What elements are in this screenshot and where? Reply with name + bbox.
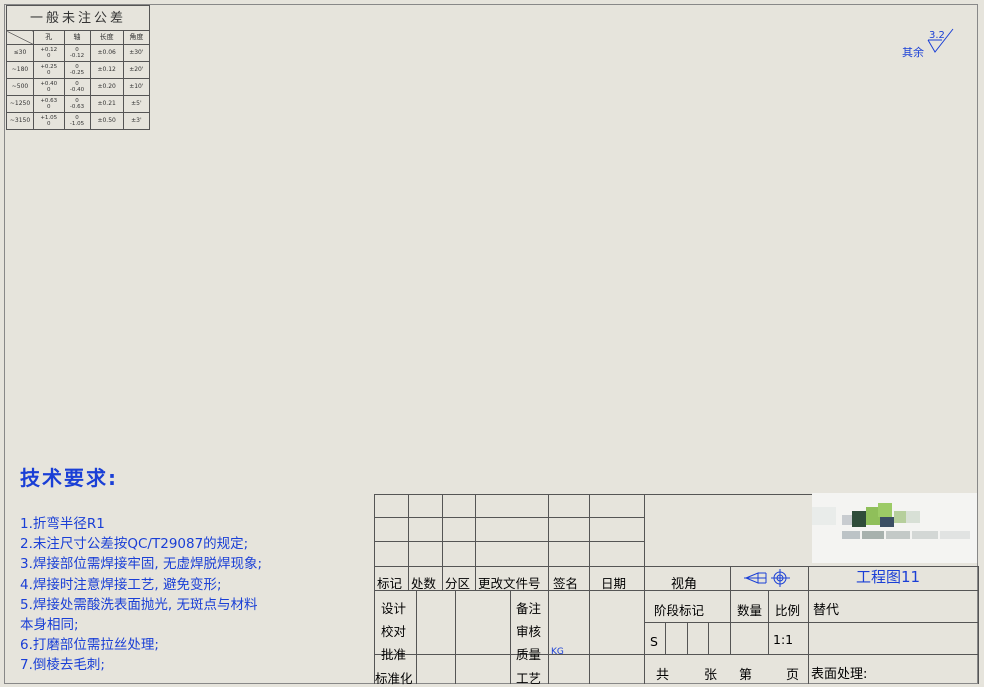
tolerance-header-corner	[6, 30, 34, 45]
roughness-value: 3.2	[929, 30, 945, 41]
tolerance-angle: ±30'	[122, 44, 151, 62]
tolerance-hole: +0.40 0	[33, 78, 65, 96]
tolerance-angle: ±5'	[122, 95, 151, 113]
revision-header-zone: 分区	[445, 576, 471, 591]
tolerance-row: ~1250 +0.63 0 0 -0.63 ±0.21 ±5'	[6, 95, 151, 113]
revision-header-count: 处数	[411, 576, 437, 591]
tech-requirement-item: 3.焊接部位需焊接牢固, 无虚焊脱焊现象;	[20, 556, 263, 573]
revision-header-docno: 更改文件号	[478, 576, 541, 591]
tolerance-range: ~1250	[6, 95, 34, 113]
company-logo	[812, 493, 977, 563]
tolerance-range: ~180	[6, 61, 34, 79]
tolerance-length: ±0.12	[89, 61, 124, 79]
revision-header-date: 日期	[601, 576, 627, 591]
sign-label-remark: 备注	[516, 601, 542, 616]
tolerance-length: ±0.06	[89, 44, 124, 62]
tech-requirement-item: 本身相同;	[20, 617, 79, 634]
tolerance-angle: ±10'	[122, 78, 151, 96]
tolerance-shaft: 0 -0.40	[63, 78, 91, 96]
tech-requirements-title: 技术要求:	[20, 466, 118, 490]
tolerance-length: ±0.20	[89, 78, 124, 96]
quality-value: KG	[551, 647, 564, 657]
tolerance-table: 一般未注公差 孔 轴 长度 角度 ≤30 +0.12 0 0 -0.12 ±0.06…	[6, 5, 151, 130]
sign-label-design: 设计	[381, 601, 407, 616]
tolerance-hole: +0.12 0	[33, 44, 65, 62]
revision-header-sign: 签名	[553, 576, 579, 591]
tolerance-length: ±0.50	[89, 112, 124, 130]
tolerance-header-length: 长度	[89, 30, 124, 45]
tolerance-hole: +1.05 0	[33, 112, 65, 130]
tolerance-range: ~500	[6, 78, 34, 96]
roughness-label: 其余	[902, 46, 924, 59]
sign-label-quality: 质量	[516, 647, 542, 662]
tolerance-shaft: 0 -0.63	[63, 95, 91, 113]
tolerance-row: ~180 +0.25 0 0 -0.25 ±0.12 ±20'	[6, 61, 151, 79]
replace-label: 替代	[813, 603, 840, 618]
tolerance-range: ~3150	[6, 112, 34, 130]
tolerance-hole: +0.25 0	[33, 61, 65, 79]
sign-label-approve: 批准	[381, 647, 407, 662]
tech-requirement-item: 5.焊接处需酸洗表面抛光, 无斑点与材料	[20, 596, 258, 613]
quantity-label: 数量	[737, 603, 763, 618]
tolerance-shaft: 0 -0.25	[63, 61, 91, 79]
sheet-page-label: 页	[786, 668, 800, 683]
stage-value: S	[650, 634, 658, 649]
tolerance-hole: +0.63 0	[33, 95, 65, 113]
sheet-number-label: 第	[739, 668, 753, 683]
tolerance-length: ±0.21	[89, 95, 124, 113]
tech-requirement-item: 7.倒棱去毛刺;	[20, 657, 105, 674]
projection-symbol-icon	[744, 569, 790, 587]
surface-treatment-label: 表面处理:	[811, 667, 868, 682]
tech-requirements-list: 1.折弯半径R1 2.未注尺寸公差按QC/T29087的规定; 3.焊接部位需焊…	[20, 514, 360, 676]
view-label: 视角	[671, 577, 698, 592]
tech-requirement-item: 2.未注尺寸公差按QC/T29087的规定;	[20, 536, 249, 553]
sheet-total-label: 共	[656, 668, 670, 683]
tolerance-angle: ±3'	[122, 112, 151, 130]
tolerance-row: ≤30 +0.12 0 0 -0.12 ±0.06 ±30'	[6, 44, 151, 62]
tech-requirement-item: 4.焊接时注意焊接工艺, 避免变形;	[20, 576, 222, 593]
sheet-unit-label: 张	[704, 668, 718, 683]
tech-requirement-item: 1.折弯半径R1	[20, 516, 105, 532]
tolerance-shaft: 0 -1.05	[63, 112, 91, 130]
sign-label-review: 审核	[516, 624, 542, 639]
tolerance-range: ≤30	[6, 44, 34, 62]
tolerance-header-hole: 孔	[33, 30, 65, 45]
revision-header-mark: 标记	[377, 576, 403, 591]
tolerance-row: ~500 +0.40 0 0 -0.40 ±0.20 ±10'	[6, 78, 151, 96]
tolerance-header-shaft: 轴	[63, 30, 91, 45]
sign-label-process: 工艺	[516, 671, 542, 686]
tolerance-table-title: 一般未注公差	[6, 5, 150, 31]
stage-label: 阶段标记	[654, 603, 705, 618]
tolerance-row: ~3150 +1.05 0 0 -1.05 ±0.50 ±3'	[6, 112, 151, 130]
tolerance-shaft: 0 -0.12	[63, 44, 91, 62]
tolerance-angle: ±20'	[122, 61, 151, 79]
sign-label-standardize: 标准化	[375, 671, 413, 686]
tech-requirement-item: 6.打磨部位需拉丝处理;	[20, 637, 159, 654]
scale-value: 1:1	[773, 632, 794, 647]
tolerance-header-angle: 角度	[122, 30, 151, 45]
scale-label: 比例	[775, 603, 801, 618]
sign-label-check: 校对	[381, 624, 407, 639]
drawing-name: 工程图11	[856, 568, 921, 586]
